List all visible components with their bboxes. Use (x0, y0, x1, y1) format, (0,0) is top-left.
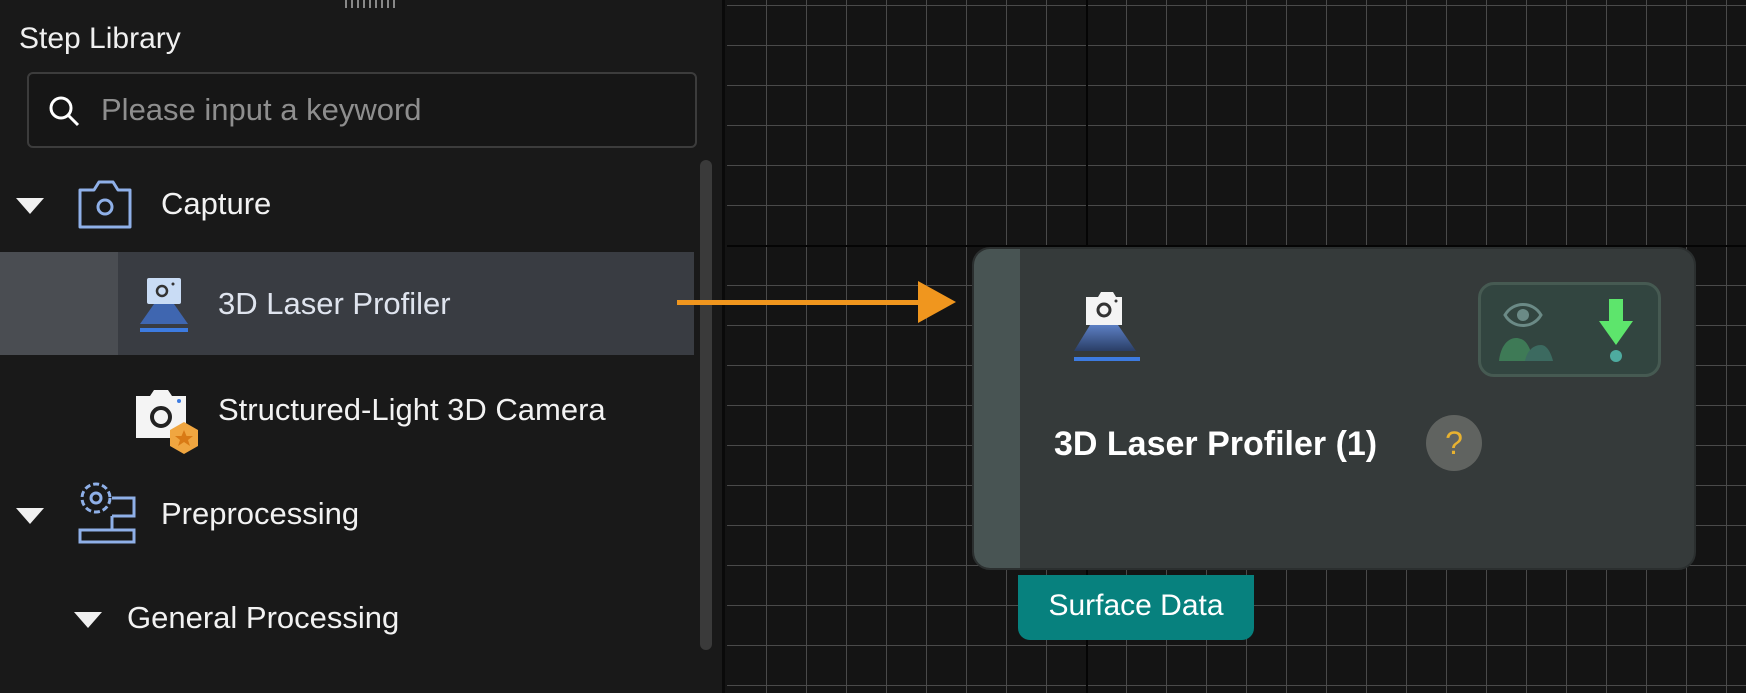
search-input[interactable] (101, 88, 681, 132)
tree-item-structured-light-camera[interactable]: Structured-Light 3D Camera (0, 360, 694, 460)
structured-light-camera-icon (136, 390, 198, 454)
preprocessing-gear-icon (78, 482, 136, 544)
arrow-head-icon (918, 281, 956, 323)
help-icon[interactable]: ? (1426, 415, 1482, 471)
output-port-surface-data[interactable]: Surface Data (1018, 575, 1254, 640)
expand-triangle-icon[interactable] (16, 198, 44, 214)
tree-item-3d-laser-profiler[interactable]: 3D Laser Profiler (0, 252, 694, 355)
download-arrow-icon[interactable] (1597, 299, 1637, 365)
laser-profiler-icon (140, 278, 188, 332)
visualize-output-icon[interactable] (1495, 299, 1561, 363)
expand-triangle-icon[interactable] (16, 508, 44, 524)
tree-item-label: 3D Laser Profiler (218, 285, 451, 321)
panel-title: Step Library (19, 22, 181, 55)
tree-item-label: Structured-Light 3D Camera (218, 392, 606, 427)
drag-arrow (677, 300, 927, 305)
tree-item-label: Capture (161, 186, 272, 221)
tree-item-label: General Processing (127, 600, 400, 635)
node-side-strip (974, 249, 1020, 568)
tree-item-general-processing[interactable]: General Processing (0, 568, 694, 668)
search-icon (49, 96, 80, 127)
search-box[interactable] (27, 72, 697, 148)
node-title: 3D Laser Profiler (1) (1054, 425, 1378, 463)
row-gutter (0, 252, 118, 355)
tree-item-capture[interactable]: Capture (0, 154, 694, 254)
laser-profiler-icon (1074, 292, 1140, 361)
tree-item-preprocessing[interactable]: Preprocessing (0, 464, 694, 564)
camera-outline-icon (78, 180, 132, 229)
tree-item-label: Preprocessing (161, 496, 360, 531)
expand-triangle-icon[interactable] (74, 612, 102, 628)
scrollbar[interactable] (700, 160, 712, 650)
resize-grip[interactable] (345, 0, 395, 8)
step-node-3d-laser-profiler[interactable]: 3D Laser Profiler (1) ? (972, 247, 1696, 570)
node-status-badge[interactable] (1478, 282, 1661, 377)
step-library-panel: Step Library Capture 3D Laser Profiler S… (0, 0, 725, 693)
